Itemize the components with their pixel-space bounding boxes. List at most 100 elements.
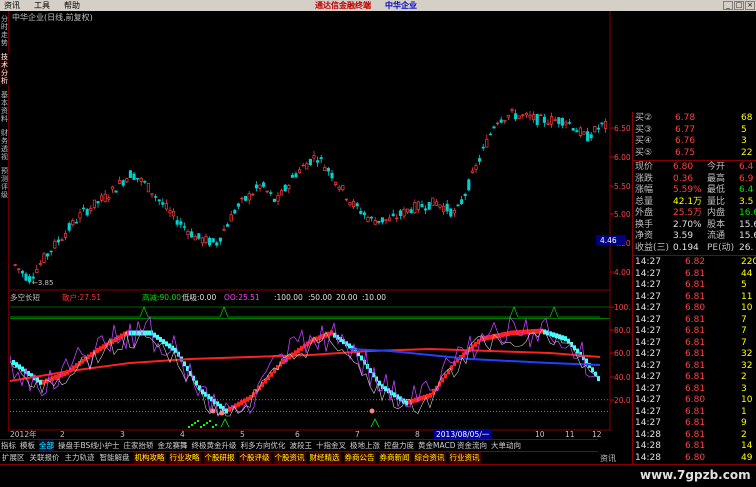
stat-label: 外盘 [635,208,654,218]
extension-tab[interactable]: 机构攻略 [133,452,166,463]
indicator-tab[interactable]: 资金流向 [457,440,487,451]
oscillator-dot [273,368,276,374]
oscillator-dot [270,371,273,377]
indicator-tab[interactable]: 大单动向 [491,440,521,451]
bid-row: 买③ 6.77 5 [633,125,756,136]
menu-item-help[interactable]: 帮助 [64,0,80,11]
candle-body [67,223,71,231]
candle-body [384,219,388,222]
stat-row: 现价 6.80 今开 6.4 [633,162,756,173]
oscillator-dot [441,377,444,383]
candle-body [586,131,590,142]
extension-tab[interactable]: 个股资讯 [273,452,306,463]
tick-time: 14:28 [635,441,661,451]
indicator-tab[interactable]: 利多方向优化 [241,440,286,451]
extension-tab[interactable]: 券商公告 [343,452,376,463]
indicator-tab[interactable]: 操盘手BS线 [58,440,98,451]
maximize-icon[interactable]: □ [734,1,744,10]
indicator-tab[interactable]: 指标 [1,440,16,451]
indicator-tab[interactable]: 控盘力度 [384,440,414,451]
tick-price: 6.81 [685,280,706,290]
tick-row: 14:27 6.81 2 [633,372,756,383]
candle-body [352,200,356,207]
indicator-tab[interactable]: 小护士 [97,440,120,451]
indicator-tab[interactable]: 庄家抬轿 [124,440,154,451]
signal-spike [370,418,380,428]
extension-tab[interactable]: 券商新闻 [378,452,411,463]
tick-row: 14:27 6.81 44 [633,269,756,280]
candle-body [290,174,294,178]
indicator-tab[interactable]: 终极黄金升级 [192,440,237,451]
stat-label: PE(动) [707,242,735,253]
bid-label: 买③ [635,124,653,135]
tick-price: 6.81 [685,314,706,325]
indicator-tab[interactable]: 金龙赛舞 [158,440,188,451]
price-tick-label: 5.50 [614,182,630,191]
extension-tab[interactable]: 财经精选 [308,452,341,463]
candle-body [420,204,424,208]
stat-row: 涨幅 5.59% 最低 6.4 [633,185,756,196]
candle-body [150,193,154,196]
left-tab-strip: 分时走势 技术分析 基本资料 财务透视 预测评级 [0,11,9,431]
indicator-tab[interactable]: 全部 [39,440,54,451]
candle-body [326,168,330,172]
low-price-marker: ←3.85 [32,279,53,287]
extension-tab-row: 扩展区 关联报价 主力轨迹 智能解盘 机构攻略 行业攻略 个股研报 个股评级 个股资讯 财经精选券… [0,451,598,463]
tick-time: 14:27 [635,268,661,279]
indicator-tab[interactable]: 十指金叉 [316,440,346,451]
indicator-tab[interactable]: 极地上涨 [350,440,380,451]
candle-body [416,201,420,210]
candle-body [316,160,320,163]
candle-body [64,233,68,238]
oscillator-dot [444,373,447,379]
extension-tab[interactable]: 个股评级 [238,452,271,463]
tick-price: 6.81 [685,337,706,348]
extension-tab[interactable]: 扩展区 [1,452,26,463]
indicator-tab[interactable]: 模板 [20,440,35,451]
corner-label[interactable]: 资讯 [598,439,632,463]
extension-tab[interactable]: 关联报价 [28,452,61,463]
tick-row: 14:27 6.80 10 [633,395,756,406]
candle-body [535,113,539,125]
candle-body [424,208,428,211]
oscillator-dot [168,343,171,349]
tick-time: 14:27 [635,372,661,382]
candle-body [413,202,417,214]
extension-tab[interactable]: 综合资讯 [413,452,446,463]
candle-body [485,138,489,148]
tick-time: 14:27 [635,303,661,313]
candle-body [118,180,122,184]
oscillator-dot [120,333,123,339]
tab-forecast[interactable]: 预测评级 [0,167,9,199]
extension-tab[interactable]: 个股研报 [203,452,236,463]
tab-technical[interactable]: 技术分析 [0,53,9,85]
stat-label: 净资 [635,231,654,241]
tab-fundamental[interactable]: 基本资料 [0,91,9,123]
close-icon[interactable]: × [745,1,755,10]
candle-body [78,212,82,219]
extension-tab[interactable]: 主力轨迹 [63,452,96,463]
indicator-tab[interactable]: 黄金MACD [418,440,455,451]
menu-item-tools[interactable]: 工具 [34,0,50,11]
menu-item-news[interactable]: 资讯 [4,0,20,11]
extension-tab[interactable]: 智能解盘 [98,452,131,463]
candle-body [514,113,518,120]
indicator-value: :50.00 [308,293,332,302]
candle-body [229,214,233,222]
oscillator-dot [519,329,522,335]
kline-chart[interactable]: 中华企业(日线,前复权) ←3.85 多空长短 散户:27.51 高减:90.00… [10,11,630,431]
tab-financial[interactable]: 财务透视 [0,129,9,161]
candle-body [251,193,255,196]
buy-signal-dot [191,424,193,426]
oscillator-dot [420,395,423,401]
tick-volume: 3 [741,383,747,394]
indicator-tab[interactable]: 波段王 [290,440,313,451]
minimize-icon[interactable]: _ [723,1,733,10]
extension-tab[interactable]: 行业攻略 [168,452,201,463]
candle-body [377,220,381,223]
signal-spike [220,418,230,428]
tab-intraday[interactable]: 分时走势 [0,15,9,47]
oscillator-dot [510,330,513,336]
candle-body [406,208,410,213]
extension-tab[interactable]: 行业资讯 [448,452,481,463]
